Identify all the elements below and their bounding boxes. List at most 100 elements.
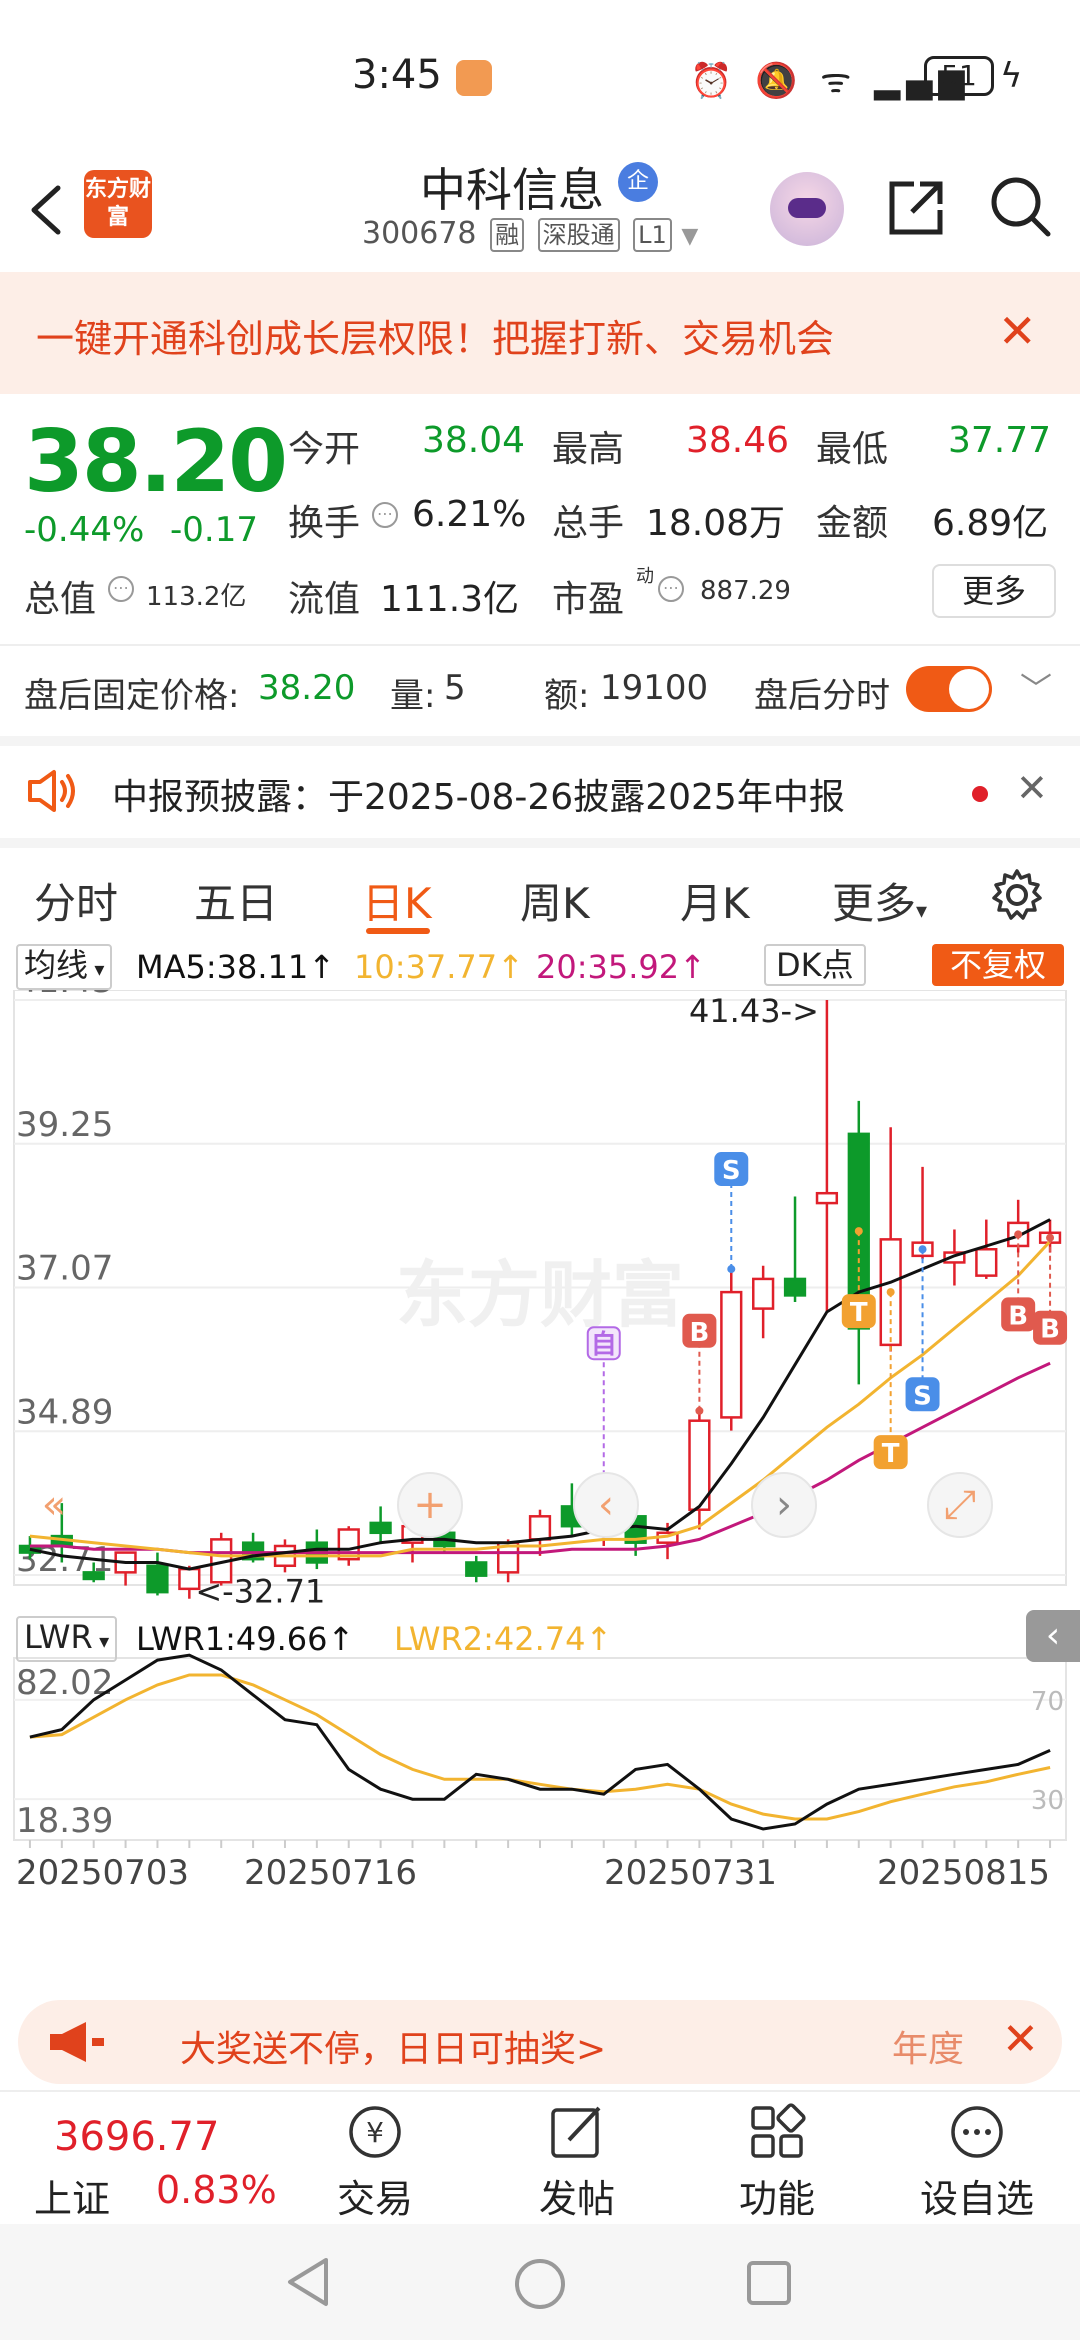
trade-marker-label: B xyxy=(1040,1315,1060,1345)
nav-post[interactable]: 发帖 xyxy=(512,2102,642,2223)
info-icon[interactable]: ⋯ xyxy=(372,502,398,528)
stock-code-row[interactable]: 300678 融 深股通 L1 ▼ xyxy=(362,216,698,252)
trade-marker-dot xyxy=(854,1227,863,1236)
trade-marker-label: B xyxy=(1008,1301,1028,1331)
trade-marker-label: T xyxy=(850,1298,868,1328)
assistant-robot-icon[interactable] xyxy=(770,172,844,246)
trade-marker-dot xyxy=(695,1406,704,1415)
nav-trade[interactable]: ¥ 交易 xyxy=(310,2102,440,2223)
system-recents-icon[interactable] xyxy=(744,2258,794,2308)
more-button[interactable]: 更多 xyxy=(932,564,1056,618)
after-hours-chart-label: 盘后分时 xyxy=(754,676,890,716)
tab-five-day[interactable]: 五日 xyxy=(194,870,278,931)
caret-down-icon: ▾ xyxy=(88,957,105,981)
system-home-icon[interactable] xyxy=(512,2256,568,2312)
kline-chart-area[interactable]: 均线 ▾ MA5:38.11↑ 10:37.77↑ 20:35.92↑ DK点 … xyxy=(0,938,1080,1978)
index-value: 3696.77 xyxy=(54,2114,220,2160)
trade-marker-dot xyxy=(1014,1230,1023,1239)
stock-name: 中科信息 xyxy=(420,163,604,217)
volume-label: 总手 xyxy=(552,503,625,544)
lottery-tail-text: 年度 xyxy=(892,2029,965,2070)
tab-intraday[interactable]: 分时 xyxy=(34,870,118,931)
dk-point-button[interactable]: DK点 xyxy=(764,944,866,986)
lottery-close-icon[interactable]: ✕ xyxy=(1002,2014,1039,2065)
change-abs: -0.17 xyxy=(170,510,258,550)
bottom-nav: 3696.77 上证 0.83% ¥ 交易 发帖 功能 设自选 xyxy=(0,2090,1080,2224)
info-icon[interactable]: ⋯ xyxy=(108,576,134,602)
info-icon[interactable]: ⋯ xyxy=(658,576,684,602)
margin-tag: 融 xyxy=(490,218,525,252)
min-price-annotation: <-32.71 xyxy=(195,1573,325,1611)
tab-weekly-k[interactable]: 周K xyxy=(520,870,590,931)
mktcap-value: 113.2亿 xyxy=(146,582,247,612)
current-price: 38.20 xyxy=(24,412,288,512)
speaker-icon xyxy=(28,770,75,812)
lwr-right-label: 70 xyxy=(1031,1687,1064,1717)
ma5-value: MA5:38.11↑ xyxy=(136,948,336,986)
y-axis-label: 41.43 xyxy=(16,990,113,1001)
open-value: 38.04 xyxy=(422,420,526,461)
lottery-text: 大奖送不停，日日可抽奖> xyxy=(180,2029,607,2070)
candle-body xyxy=(146,1564,169,1594)
max-price-annotation: 41.43-> xyxy=(689,992,819,1030)
expand-control-glyph: ⤢ xyxy=(944,1482,976,1528)
x-axis-label: 20250716 xyxy=(244,1853,417,1893)
status-bar: 3:45 ⏰ 🔕 ᯤ ▂▄▆ 51 ϟ xyxy=(0,0,1080,150)
promo-banner[interactable]: 一键开通科创成长层权限！把握打新、交易机会 ✕ xyxy=(0,272,1080,394)
lwr-selector[interactable]: LWR ▾ xyxy=(16,1616,118,1662)
nav-add-watchlist[interactable]: 设自选 xyxy=(912,2102,1042,2223)
lottery-banner[interactable]: 大奖送不停，日日可抽奖> 年度 ✕ xyxy=(18,2000,1062,2084)
collapse-side-tab[interactable]: ‹ xyxy=(1026,1610,1080,1662)
tab-daily-k[interactable]: 日K xyxy=(362,870,432,931)
index-ticker[interactable]: 3696.77 上证 0.83% xyxy=(0,2092,300,2226)
level-tag: L1 xyxy=(633,218,672,252)
trade-marker-label: S xyxy=(722,1156,741,1186)
caret-down-icon: ▾ xyxy=(92,1629,110,1653)
x-axis-label: 20250703 xyxy=(16,1853,189,1893)
candle-body xyxy=(975,1248,998,1277)
lwr-legend-bar: LWR ▾ LWR1:49.66↑ LWR2:42.74↑ xyxy=(0,1610,1080,1662)
tab-monthly-k[interactable]: 月K xyxy=(680,870,750,931)
search-icon[interactable] xyxy=(988,174,1054,240)
tab-more[interactable]: 更多▾ xyxy=(832,870,927,931)
lwr-frame xyxy=(13,1657,1067,1841)
nav-functions[interactable]: 功能 xyxy=(712,2102,842,2223)
pe-label: 市盈 xyxy=(552,579,625,620)
trade-marker-dot xyxy=(886,1288,895,1297)
trade-marker-label: T xyxy=(882,1439,900,1469)
caret-down-icon: ▾ xyxy=(916,899,928,924)
promo-close-icon[interactable]: ✕ xyxy=(998,304,1037,358)
back-arrow-icon[interactable] xyxy=(20,180,80,240)
tab-active-underline xyxy=(366,928,430,934)
nav-trade-label: 交易 xyxy=(336,2177,413,2221)
high-value: 38.46 xyxy=(686,420,790,461)
trade-marker-dot xyxy=(1046,1233,1055,1242)
after-hours-toggle[interactable] xyxy=(906,666,992,712)
change-pct: -0.44% xyxy=(24,510,145,550)
left-control-glyph: ‹ xyxy=(598,1482,614,1528)
candle-body xyxy=(720,1290,743,1419)
low-value: 37.77 xyxy=(948,420,1052,461)
share-icon[interactable] xyxy=(884,176,948,240)
y-axis-label: 39.25 xyxy=(16,1105,113,1145)
charging-icon: ϟ xyxy=(1000,56,1023,96)
chevron-down-icon[interactable]: ﹀ xyxy=(1020,664,1052,710)
trade-marker-dot xyxy=(727,1265,736,1274)
gear-icon[interactable] xyxy=(990,868,1044,922)
nav-post-label: 发帖 xyxy=(538,2177,615,2221)
adjust-mode-button[interactable]: 不复权 xyxy=(932,944,1064,986)
indicator-selector[interactable]: 均线 ▾ xyxy=(16,944,113,990)
stock-header: 东方财富 中科信息 企 300678 融 深股通 L1 ▼ xyxy=(0,150,1080,272)
ma20-value: 20:35.92↑ xyxy=(536,948,706,986)
turnover-value: 6.21% xyxy=(412,494,527,535)
system-back-icon[interactable] xyxy=(282,2254,334,2310)
announcement-close-icon[interactable]: ✕ xyxy=(1016,766,1048,810)
grid-icon xyxy=(751,2103,806,2158)
candlestick-chart[interactable]: 41.4339.2537.0734.8932.71东方财富41.43-><-32… xyxy=(0,990,1080,1970)
index-pct: 0.83% xyxy=(156,2168,277,2212)
candle-body xyxy=(815,1191,839,1205)
amount-value: 6.89亿 xyxy=(932,503,1049,544)
turnover-label: 换手 xyxy=(288,503,361,544)
announcement-bar[interactable]: 中报预披露：于2025-08-26披露2025年中报 ✕ xyxy=(0,736,1080,828)
unread-dot xyxy=(972,786,988,802)
